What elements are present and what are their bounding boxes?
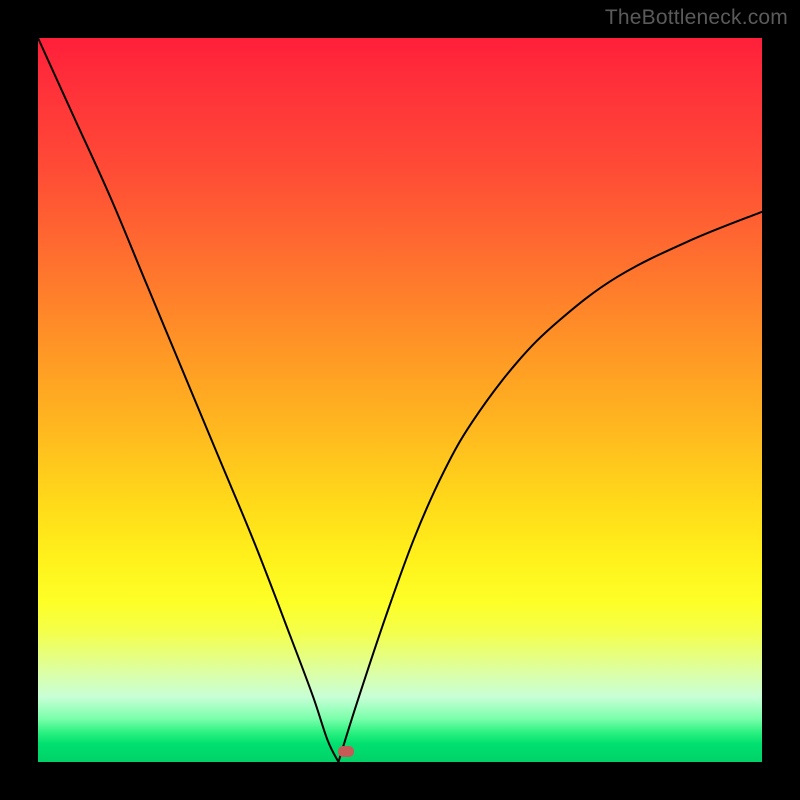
optimal-point-marker (338, 746, 354, 757)
watermark-text: TheBottleneck.com (605, 6, 788, 30)
plot-area (38, 38, 762, 762)
chart-container: TheBottleneck.com (0, 0, 800, 800)
bottleneck-curve (38, 38, 762, 762)
